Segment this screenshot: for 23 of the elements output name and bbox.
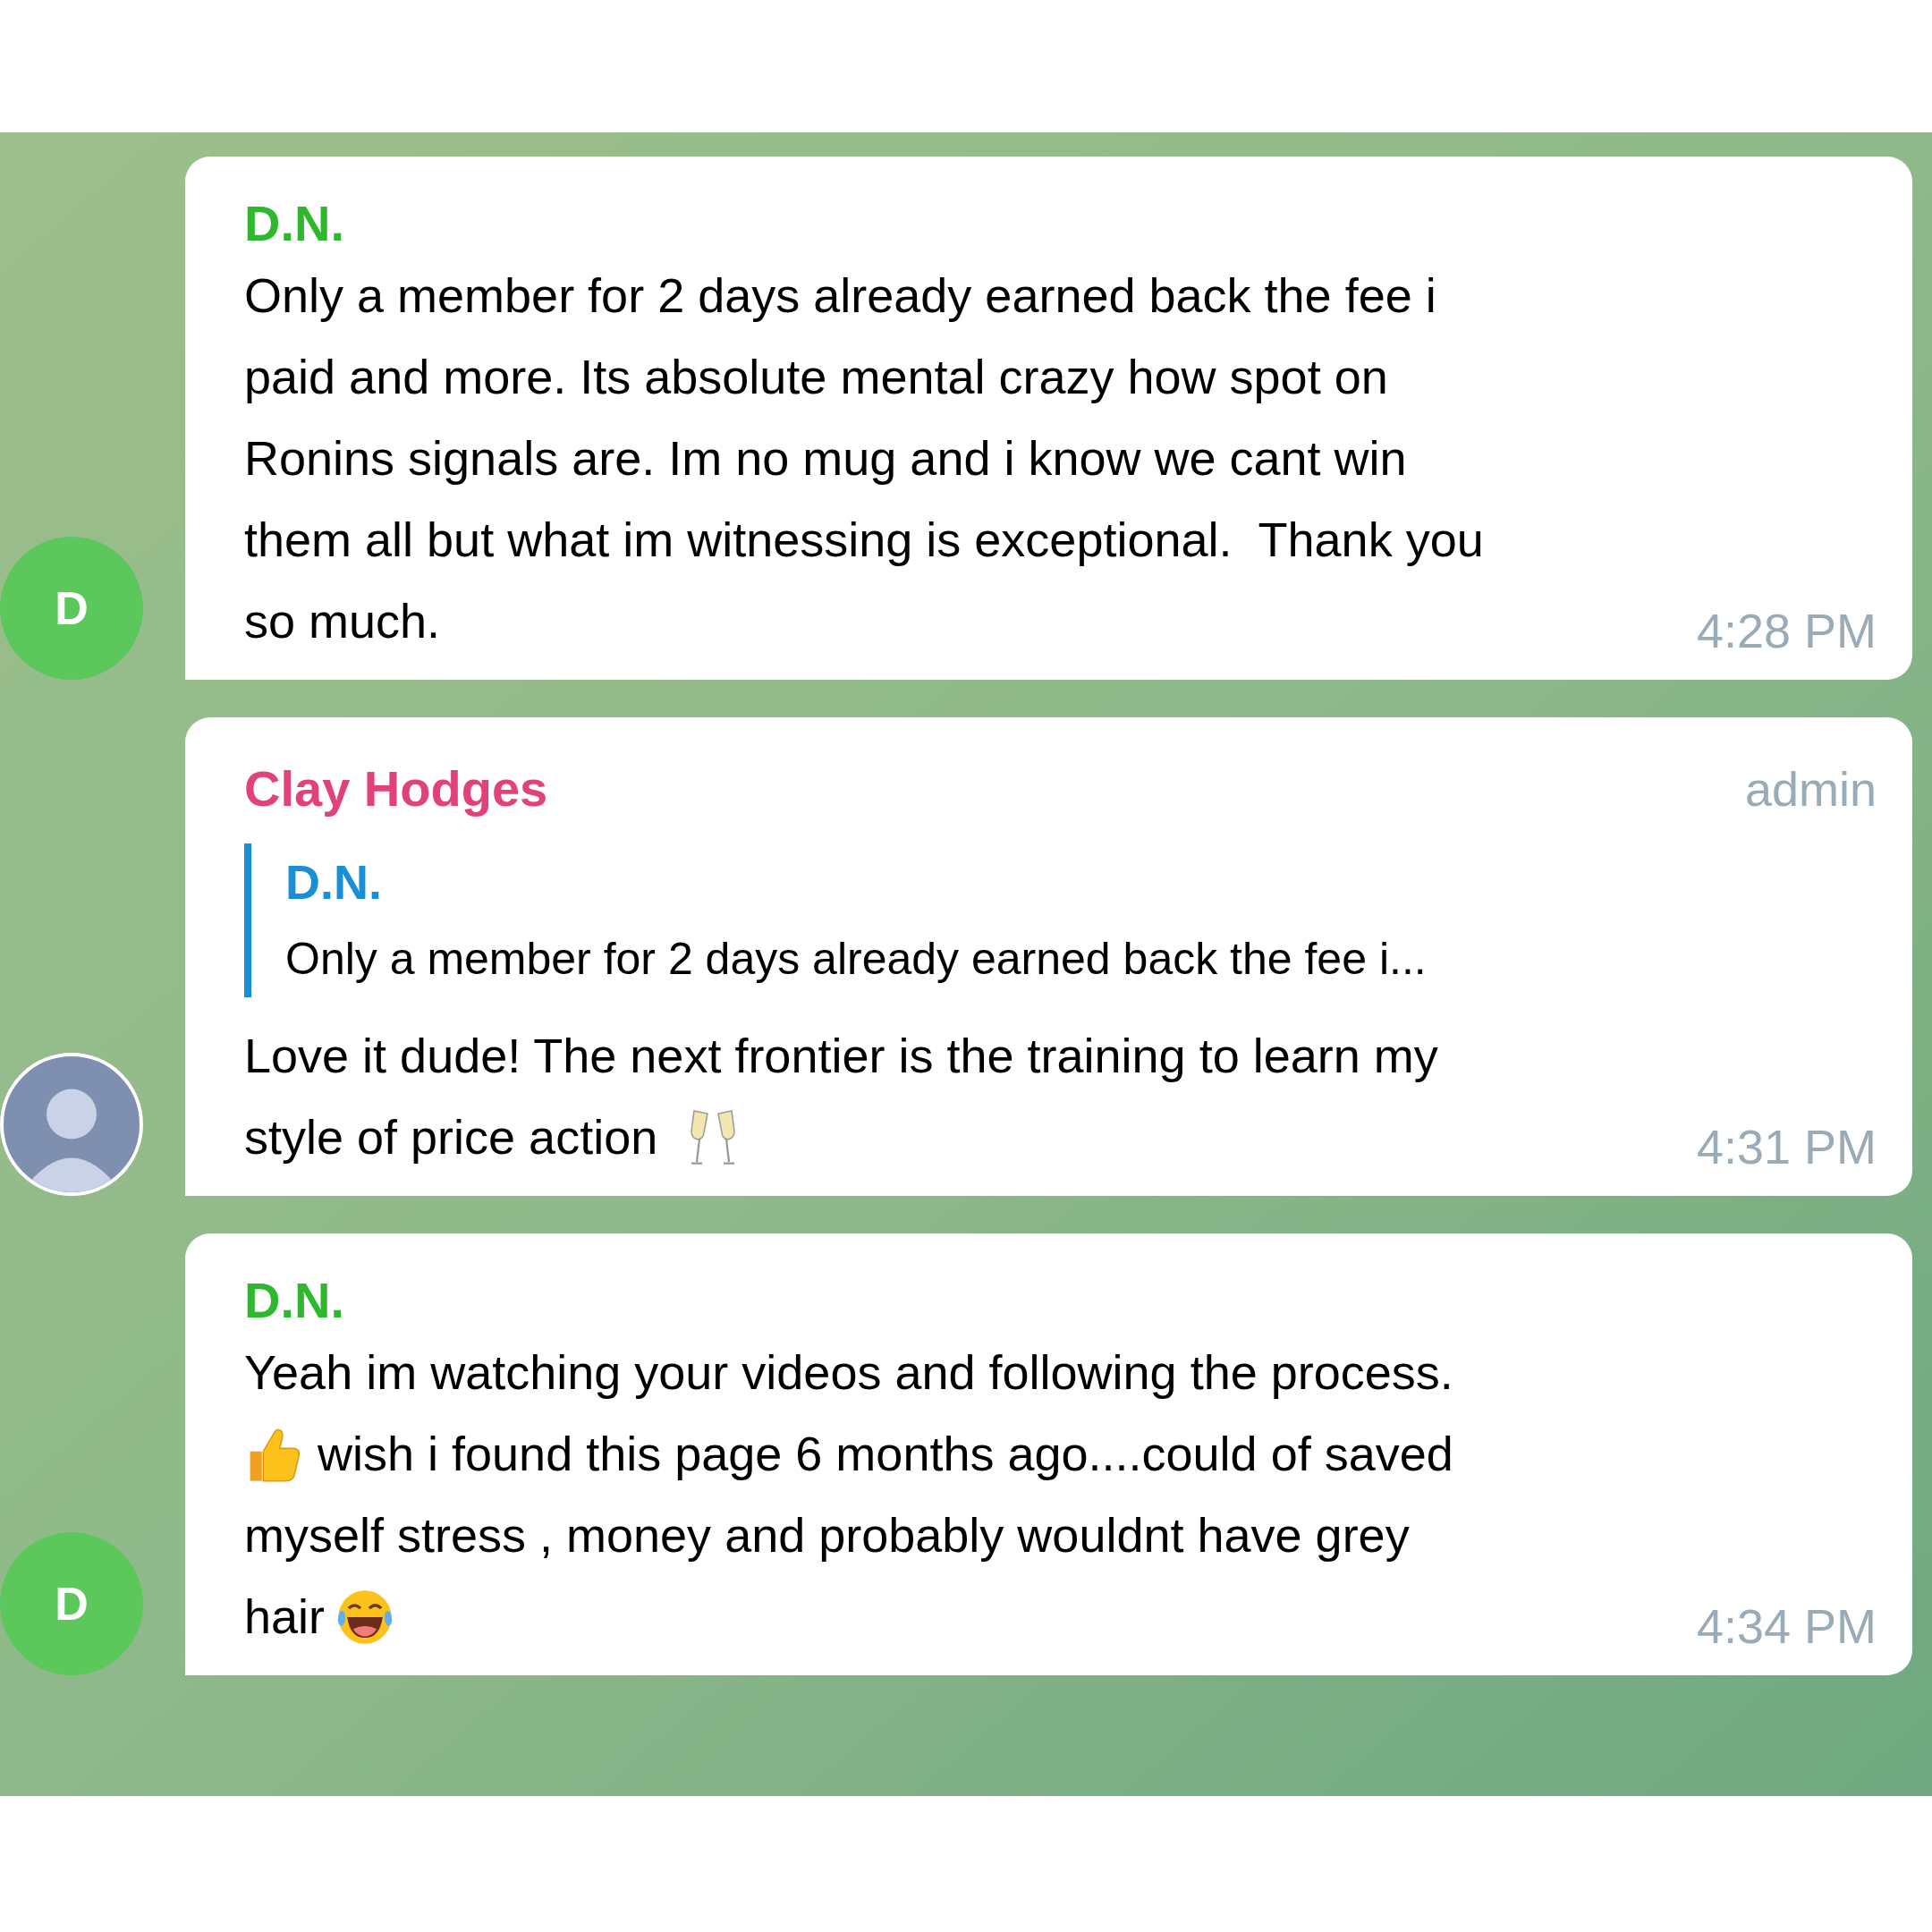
message-time: 4:34 PM <box>1696 1598 1877 1655</box>
message-text: style of price action <box>244 1109 658 1165</box>
admin-label: admin <box>1744 761 1877 818</box>
message-text: Only a member for 2 days already earned back the fee i <box>244 267 1436 324</box>
message-text: paid and more. Its absolute mental crazy how spot on <box>244 349 1388 405</box>
message-text: myself stress , money and probably wouldnt have grey <box>244 1507 1410 1563</box>
message-text: them all but what im witnessing is exceptional. Thank you <box>244 512 1484 568</box>
reply-text: Only a member for 2 days already earned back the fee i... <box>285 933 1428 986</box>
sender-name[interactable]: D.N. <box>244 1269 344 1332</box>
message-text: so much. <box>244 593 441 649</box>
message-text: hair <box>244 1589 326 1645</box>
message-text: Ronins signals are. Im no mug and i know we cant win <box>244 430 1407 487</box>
reply-quote[interactable]: D.N. Only a member for 2 days already earned back the fee i... <box>244 843 1877 997</box>
message-time: 4:31 PM <box>1696 1119 1877 1175</box>
message-text: Love it dude! The next frontier is the training to learn my <box>244 1028 1438 1084</box>
sender-name[interactable]: Clay Hodges <box>244 758 548 820</box>
avatar[interactable]: D <box>0 537 143 680</box>
reply-sender-name: D.N. <box>285 854 383 911</box>
message-text: wish i found this page 6 months ago....could of saved <box>318 1426 1453 1482</box>
sender-name[interactable]: D.N. <box>244 192 344 255</box>
avatar[interactable]: D <box>0 1532 143 1675</box>
message-text: Yeah im watching your videos and following the process. <box>244 1344 1453 1401</box>
message-time: 4:28 PM <box>1696 603 1877 659</box>
